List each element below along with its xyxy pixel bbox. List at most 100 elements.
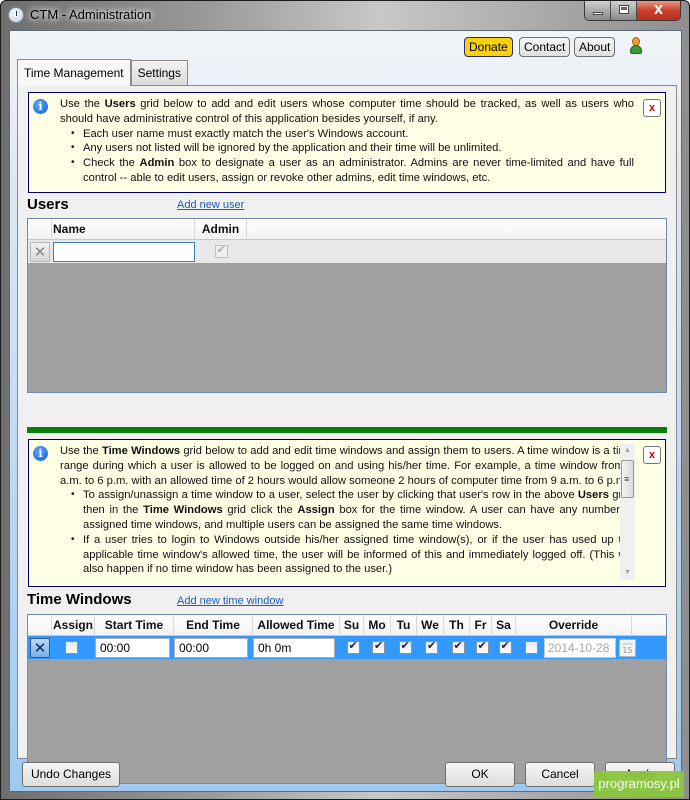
- clock-app-icon: [8, 7, 24, 23]
- users-info-bullets: Each user name must exactly match the us…: [71, 127, 634, 186]
- client-background: Donate Contact About Time Management Set…: [10, 31, 681, 791]
- column-header-admin[interactable]: Admin: [195, 219, 247, 240]
- column-header-end-time[interactable]: End Time: [174, 615, 253, 636]
- info-icon: i: [33, 446, 48, 461]
- title-bar[interactable]: CTM - Administration X: [1, 1, 689, 29]
- column-header-th[interactable]: Th: [444, 615, 470, 636]
- monday-checkbox[interactable]: [372, 639, 385, 654]
- time-windows-info-box: i Use the Time Windows grid below to add…: [28, 439, 666, 587]
- user-account-icon[interactable]: [629, 37, 643, 55]
- tw-info-bullet: If a user tries to login to Windows outs…: [71, 533, 634, 577]
- contact-button[interactable]: Contact: [519, 37, 571, 57]
- tw-info-bullet: To assign/unassign a time window to a us…: [71, 488, 634, 532]
- add-new-time-window-link[interactable]: Add new time window: [177, 595, 283, 607]
- column-header-we[interactable]: We: [417, 615, 444, 636]
- tab-time-management[interactable]: Time Management: [17, 59, 131, 86]
- scroll-down-arrow[interactable]: ▼: [623, 569, 632, 576]
- user-body: [630, 45, 642, 54]
- day-cell-su: [341, 639, 365, 657]
- tab-settings[interactable]: Settings: [130, 60, 188, 85]
- row-header-corner: [28, 219, 52, 240]
- row-header-corner: [28, 615, 52, 636]
- end-time-input[interactable]: [174, 637, 248, 658]
- window-title: CTM - Administration: [30, 7, 152, 22]
- day-cell-we: [418, 639, 445, 657]
- allowed-time-input[interactable]: [253, 637, 335, 658]
- wednesday-checkbox[interactable]: [425, 639, 438, 654]
- admin-cell: [195, 242, 247, 261]
- donate-button[interactable]: Donate: [464, 37, 513, 57]
- tuesday-checkbox[interactable]: [398, 639, 412, 654]
- dismiss-users-info-button[interactable]: x: [643, 99, 661, 117]
- watermark-logo: programosy.pl: [594, 771, 684, 797]
- users-info-bullet: Check the Admin box to designate a user …: [71, 156, 634, 186]
- users-table-row[interactable]: ✕: [28, 240, 666, 263]
- cancel-button[interactable]: Cancel: [525, 762, 595, 787]
- window-controls: X: [584, 1, 681, 21]
- application-window: CTM - Administration X Donate Contact Ab…: [0, 0, 690, 800]
- ok-button[interactable]: OK: [445, 762, 515, 787]
- assign-cell: [50, 639, 93, 657]
- info-scrollbar[interactable]: ▲ ▼: [620, 444, 635, 580]
- time-windows-grid-header: Assign Start Time End Time Allowed Time …: [28, 615, 666, 636]
- maximize-button[interactable]: [611, 1, 637, 20]
- add-new-user-link[interactable]: Add new user: [177, 199, 244, 211]
- tw-info-paragraph: Use the Time Windows grid below to add a…: [60, 445, 634, 487]
- column-header-start-time[interactable]: Start Time: [95, 615, 174, 636]
- dismiss-time-windows-info-button[interactable]: x: [643, 446, 661, 464]
- calendar-icon[interactable]: 15: [619, 638, 636, 657]
- users-info-bullet: Any users not listed will be ignored by …: [71, 141, 634, 156]
- column-header-mo[interactable]: Mo: [364, 615, 391, 636]
- users-info-text: Use the Users grid below to add and edit…: [60, 97, 634, 186]
- users-grid-header: Name Admin: [28, 219, 666, 240]
- day-cell-fr: [471, 639, 493, 657]
- delete-row-icon[interactable]: ✕: [30, 241, 50, 262]
- day-cell-th: [445, 639, 471, 657]
- day-cell-tu: [392, 639, 418, 657]
- column-header-name[interactable]: Name: [52, 219, 195, 240]
- users-info-bullet: Each user name must exactly match the us…: [71, 127, 634, 142]
- admin-checkbox[interactable]: [214, 243, 228, 258]
- column-header-fr[interactable]: Fr: [470, 615, 492, 636]
- user-name-input[interactable]: [53, 241, 195, 262]
- time-window-row[interactable]: ✕ 00:00 00:00 0h 0m ✔ ✔ ✔ ✔ ✔ ✔ ✔ 2014-1…: [28, 636, 666, 659]
- start-time-input[interactable]: [95, 637, 170, 658]
- users-info-paragraph: Use the Users grid below to add and edit…: [60, 98, 634, 125]
- friday-checkbox[interactable]: [475, 639, 489, 654]
- day-cell-sa: [493, 639, 517, 657]
- tab-strip: Time Management Settings: [17, 59, 188, 86]
- assign-checkbox[interactable]: [65, 640, 78, 654]
- tw-info-bullets: To assign/unassign a time window to a us…: [71, 488, 634, 577]
- column-header-su[interactable]: Su: [340, 615, 364, 636]
- section-divider: [27, 427, 667, 433]
- minimize-icon: [593, 12, 603, 15]
- column-header-assign[interactable]: Assign: [52, 615, 95, 636]
- sunday-checkbox[interactable]: [346, 639, 360, 654]
- thursday-checkbox[interactable]: [451, 639, 465, 654]
- time-management-page: i Use the Users grid below to add and ed…: [17, 85, 677, 784]
- delete-row-icon[interactable]: ✕: [30, 637, 50, 658]
- scrollbar-thumb[interactable]: [621, 460, 634, 498]
- about-button[interactable]: About: [574, 37, 616, 57]
- users-grid: Name Admin ✕: [27, 218, 667, 393]
- time-windows-section-title: Time Windows: [27, 591, 132, 608]
- override-cell: 15: [525, 637, 636, 658]
- day-cell-mo: [365, 639, 392, 657]
- column-header-tu[interactable]: Tu: [391, 615, 417, 636]
- time-windows-info-text: Use the Time Windows grid below to add a…: [60, 444, 634, 584]
- close-icon: X: [653, 3, 664, 17]
- client-area: Donate Contact About Time Management Set…: [9, 30, 682, 792]
- info-icon: i: [33, 99, 48, 114]
- saturday-checkbox[interactable]: [498, 639, 512, 654]
- override-date-input[interactable]: [544, 637, 616, 658]
- maximize-icon: [619, 5, 629, 14]
- time-windows-grid: Assign Start Time End Time Allowed Time …: [27, 614, 667, 784]
- minimize-button[interactable]: [585, 1, 611, 20]
- override-checkbox[interactable]: [525, 641, 538, 654]
- column-header-override[interactable]: Override: [516, 615, 632, 636]
- close-window-button[interactable]: X: [637, 1, 680, 20]
- scroll-up-arrow[interactable]: ▲: [623, 447, 632, 454]
- undo-changes-button[interactable]: Undo Changes: [22, 762, 120, 787]
- column-header-sa[interactable]: Sa: [492, 615, 516, 636]
- column-header-allowed-time[interactable]: Allowed Time: [253, 615, 340, 636]
